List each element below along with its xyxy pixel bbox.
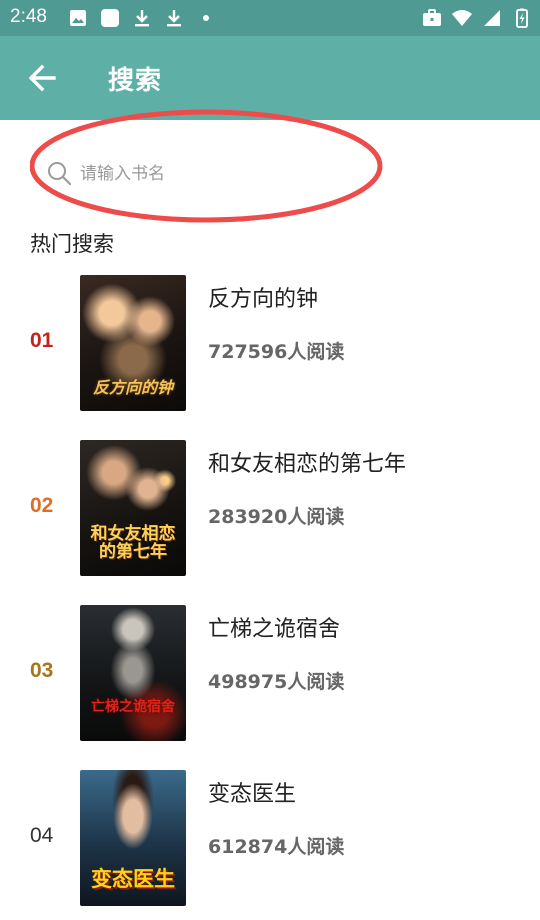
book-title: 亡梯之诡宿舍 <box>208 617 341 642</box>
book-title: 和女友相恋的第七年 <box>208 452 407 477</box>
briefcase-icon <box>423 9 441 26</box>
system-icons <box>422 8 532 28</box>
list-item[interactable]: 03 亡梯之诡宿舍 亡梯之诡宿舍 498975人阅读 <box>0 605 540 741</box>
hot-search-title: 热门搜索 <box>30 232 114 256</box>
book-cover: 和女友相恋的第七年 <box>80 440 186 576</box>
wifi-icon <box>452 10 472 26</box>
arrow-left-icon <box>28 64 56 92</box>
read-count: 727596人阅读 <box>208 341 345 363</box>
cover-title: 反方向的钟 <box>92 378 173 398</box>
book-cover: 亡梯之诡宿舍 <box>80 605 186 741</box>
read-count: 498975人阅读 <box>208 671 345 693</box>
status-time: 2:48 <box>10 6 47 27</box>
rank-number: 03 <box>30 659 54 682</box>
read-count: 612874人阅读 <box>208 836 345 858</box>
book-title: 变态医生 <box>208 782 297 807</box>
square-app-icon <box>101 9 119 27</box>
cover-title: 亡梯之诡宿舍 <box>91 699 175 716</box>
book-cover: 反方向的钟 <box>80 275 186 411</box>
page-title: 搜索 <box>108 66 163 96</box>
list-item[interactable]: 01 反方向的钟 反方向的钟 727596人阅读 <box>0 275 540 411</box>
rank-number: 04 <box>30 824 54 847</box>
download-icon <box>135 10 149 27</box>
list-item[interactable]: 04 变态医生 变态医生 612874人阅读 <box>0 770 540 906</box>
cover-title: 和女友相恋的第七年 <box>90 524 176 563</box>
search-icon <box>48 162 72 186</box>
search-area <box>30 108 386 224</box>
notification-icons <box>68 8 216 28</box>
cover-title: 变态医生 <box>91 866 175 891</box>
status-bar: 2:48 <box>0 0 540 36</box>
image-icon <box>70 10 86 26</box>
list-item[interactable]: 02 和女友相恋的第七年 和女友相恋的第七年 283920人阅读 <box>0 440 540 576</box>
rank-number: 01 <box>30 329 54 352</box>
book-title: 反方向的钟 <box>208 287 319 312</box>
rank-number: 02 <box>30 494 54 517</box>
book-cover: 变态医生 <box>80 770 186 906</box>
download-icon <box>167 10 181 27</box>
search-input[interactable] <box>80 160 360 188</box>
dot-icon <box>203 15 209 21</box>
back-button[interactable] <box>26 58 62 98</box>
battery-icon <box>516 8 528 28</box>
read-count: 283920人阅读 <box>208 506 345 528</box>
signal-icon <box>484 10 500 26</box>
